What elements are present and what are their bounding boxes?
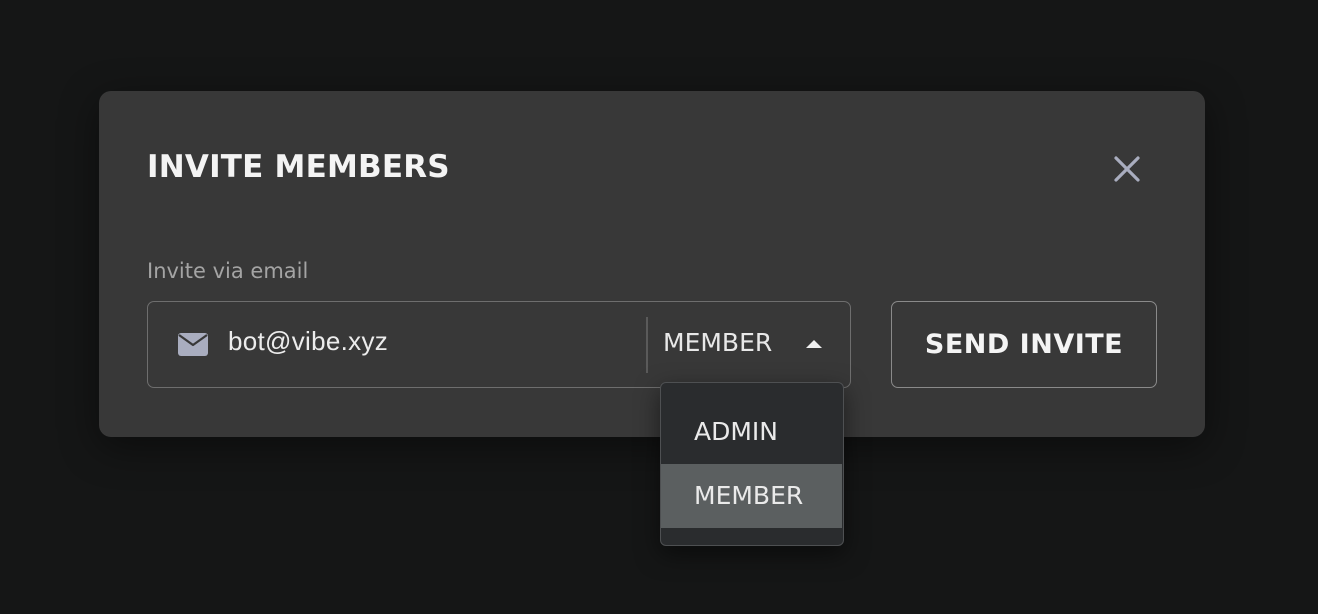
- invite-input-group: MEMBER: [147, 301, 851, 388]
- modal-title: INVITE MEMBERS: [147, 149, 450, 185]
- role-dropdown-menu: ADMIN MEMBER: [660, 382, 844, 546]
- invite-members-modal: INVITE MEMBERS Invite via email MEMBER S…: [99, 91, 1205, 437]
- close-icon: [1114, 156, 1140, 182]
- caret-up-icon: [806, 340, 822, 348]
- invite-via-email-label: Invite via email: [147, 259, 309, 283]
- close-button[interactable]: [1109, 151, 1145, 187]
- role-select[interactable]: MEMBER: [648, 302, 850, 387]
- role-option-admin[interactable]: ADMIN: [661, 400, 842, 464]
- email-input[interactable]: [228, 326, 628, 357]
- mail-icon: [178, 333, 208, 356]
- send-invite-button[interactable]: SEND INVITE: [891, 301, 1157, 388]
- role-option-member[interactable]: MEMBER: [661, 464, 842, 528]
- role-select-value: MEMBER: [663, 328, 773, 357]
